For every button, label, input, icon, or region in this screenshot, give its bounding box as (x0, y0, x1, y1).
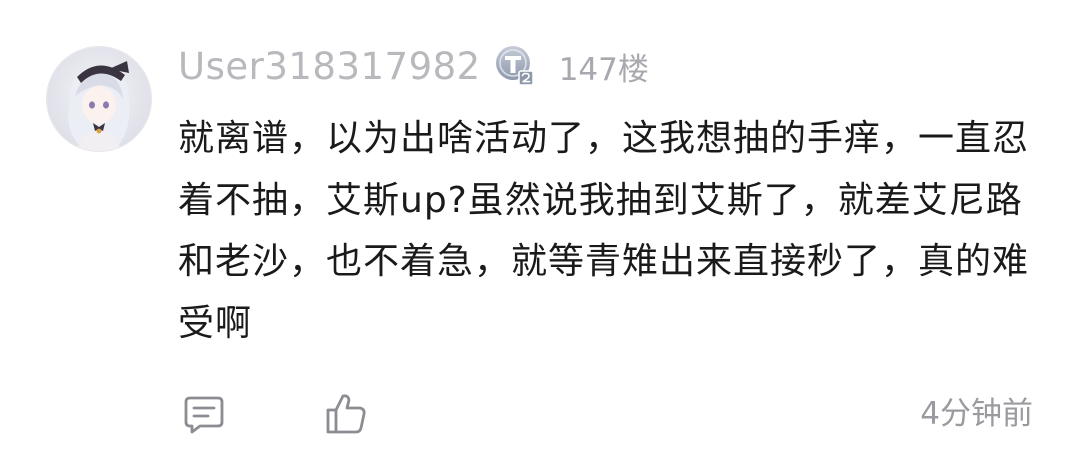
comment-text: 就离谱，以为出啥活动了，这我想抽的手痒，一直忍着不抽，艾斯up?虽然说我抽到艾斯… (178, 118, 1030, 344)
level-badge-icon (495, 45, 535, 87)
reply-comment-icon[interactable] (182, 392, 226, 436)
comment-header: User318317982 147楼 (178, 40, 649, 92)
avatar[interactable] (46, 46, 152, 152)
timestamp: 4分钟前 (920, 396, 1033, 432)
floor-number: 147楼 (558, 51, 649, 88)
avatar-image (47, 47, 151, 151)
thumbs-up-icon[interactable] (324, 392, 368, 436)
username[interactable]: User318317982 (178, 45, 481, 88)
